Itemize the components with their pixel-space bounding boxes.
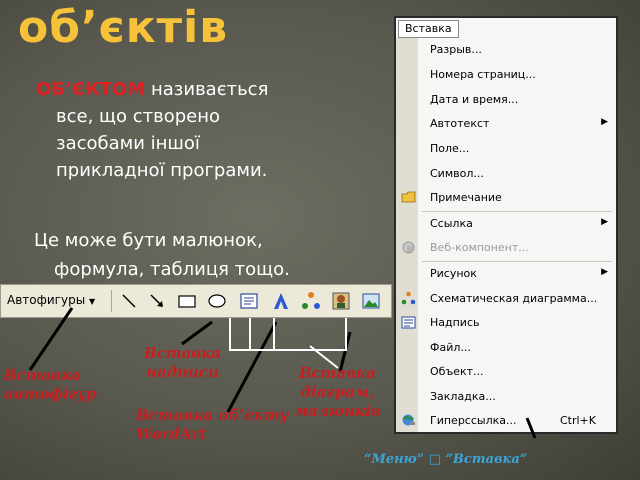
annotation-line: діаграм, — [300, 383, 375, 401]
annotation-line: Вставка — [4, 366, 82, 384]
annotation-autoshapes: Вставка автофігур — [4, 366, 97, 404]
annotation-line: малюнків — [294, 402, 381, 420]
annotation-wordart: Вставка об’єкту WordArt — [136, 406, 289, 444]
annotation-diagram: Вставка діаграм, малюнків — [294, 364, 381, 421]
annotation-line: автофігур — [4, 385, 97, 403]
annotation-textbox: Вставка надписи — [144, 344, 221, 382]
annotation-line: Вставка об’єкту — [136, 406, 289, 424]
menu-caption: “Меню” □ ”Вставка” — [364, 452, 528, 467]
slide-background: об’єктів ОБ’ЄКТОМ називається все, що ст… — [0, 0, 640, 480]
annotation-line: Вставка — [144, 344, 222, 362]
annotation-line: надписи — [146, 363, 220, 381]
annotation-line: Вставка — [298, 364, 376, 382]
annotation-line: WordArt — [136, 425, 207, 443]
